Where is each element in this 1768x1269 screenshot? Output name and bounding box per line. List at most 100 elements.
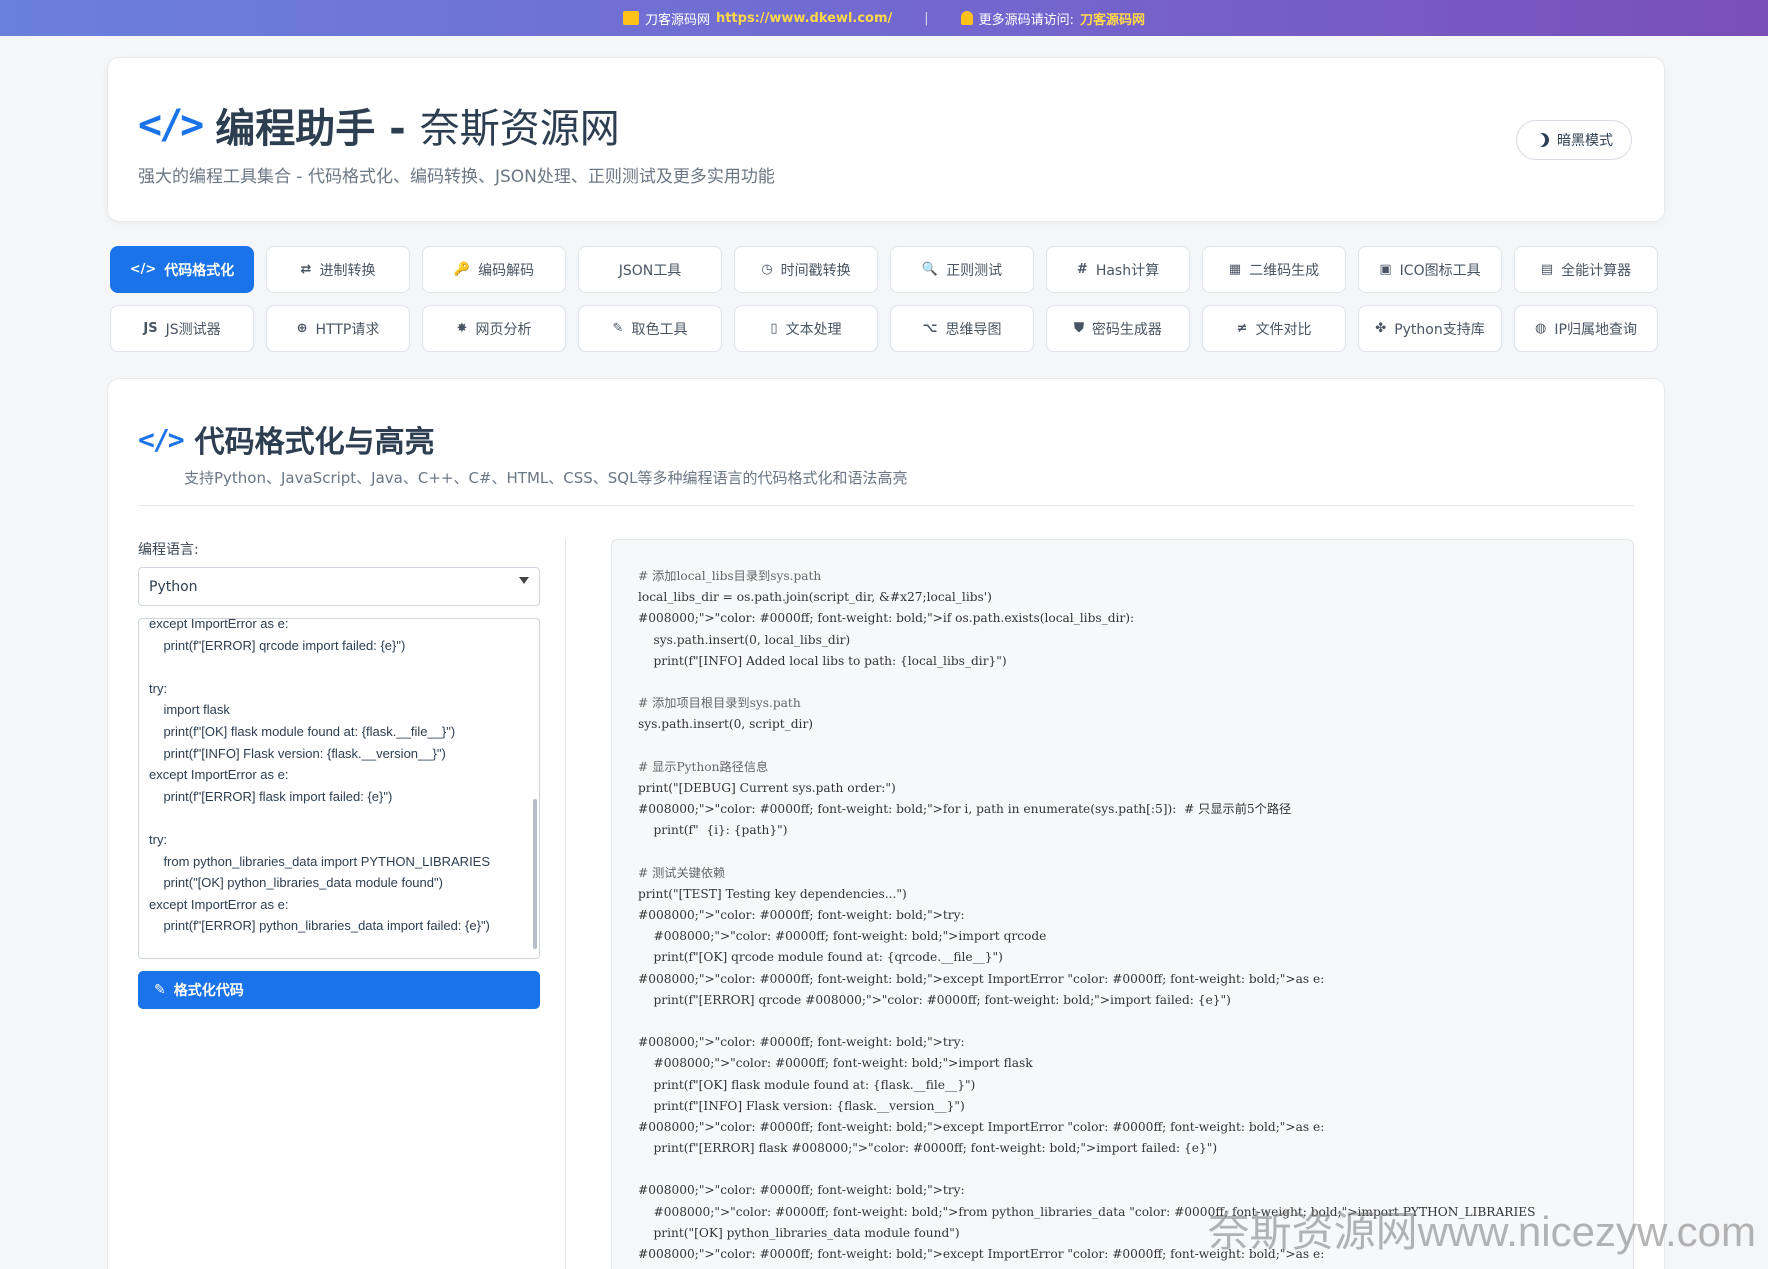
tab-tabs_row2-8[interactable]: ✤ Python支持库 [1358,305,1502,352]
tab-label: 网页分析 [475,321,532,338]
format-code-button[interactable]: ✎ 格式化代码 [138,971,540,1009]
output-line: #008000;">"color: #0000ff; font-weight: … [638,1056,1033,1071]
language-select[interactable]: Python [138,567,540,606]
tab-icon: ✤ [1375,321,1387,336]
language-select-value: Python [149,578,198,595]
output-line: # 测试关键依赖 [638,865,726,880]
output-lines: # 添加local_libs目录到sys.path local_libs_dir … [612,540,1633,1265]
tab-tabs_row2-3[interactable]: ✎ 取色工具 [578,305,722,352]
tab-tabs_row1-1[interactable]: ⇄ 进制转换 [266,246,410,293]
code-input-line: print(f"[INFO] Flask version: {flask.__v… [149,745,446,761]
code-input-line: print("[OK] python_libraries_data module… [149,875,443,891]
tab-icon: ✸ [456,321,468,336]
tab-tabs_row1-9[interactable]: ▤ 全能计算器 [1514,246,1658,293]
code-input-line: print(f"[ERROR] qrcode import failed: {e… [149,637,406,653]
tab-label: 取色工具 [631,321,688,338]
output-line: #008000;">"color: #0000ff; font-weight: … [638,1035,965,1050]
tab-label: JSON工具 [618,262,682,279]
tab-tabs_row2-4[interactable]: ▯ 文本处理 [734,305,878,352]
code-input-textarea[interactable]: except ImportError as e: print(f"[ERROR]… [138,618,540,959]
tab-icon: ◷ [761,262,773,277]
dark-mode-button[interactable]: 暗黑模式 [1516,120,1632,160]
tab-label: 进制转换 [319,262,376,279]
tab-icon: ⇄ [300,262,312,277]
page-title-suffix: 奈斯资源网 [419,106,620,152]
tab-tabs_row2-5[interactable]: ⌥ 思维导图 [890,305,1034,352]
code-input-lines: except ImportError as e: print(f"[ERROR]… [139,619,539,937]
tab-tabs_row1-8[interactable]: ▣ ICO图标工具 [1358,246,1502,293]
tab-tabs_row2-6[interactable]: ⛊ 密码生成器 [1046,305,1190,352]
output-line: #008000;">"color: #0000ff; font-weight: … [638,1119,1325,1134]
watermark: 奈斯资源网www.nicezyw.com [1207,1208,1756,1255]
tab-label: 文本处理 [785,321,842,338]
code-input-line: print(f"[OK] flask module found at: {fla… [149,723,456,739]
input-panel: 编程语言: Python except ImportError as e: pr… [138,539,540,1009]
code-input-line: try: [149,831,168,847]
tab-label: 文件对比 [1255,321,1312,338]
page-title-main: 编程助手 - [215,106,406,152]
main-card: </> 代码格式化与高亮 支持Python、JavaScript、Java、C+… [107,378,1665,1269]
tab-label: 时间戳转换 [780,262,851,279]
output-line: print(f"[OK] qrcode module found at: {qr… [638,950,1003,965]
moon-icon [1535,133,1549,147]
banner-url-link[interactable]: https://www.dkewl.com/ [716,11,892,26]
tab-tabs_row2-9[interactable]: ◍ IP归属地查询 [1514,305,1658,352]
tab-tabs_row1-5[interactable]: 🔍 正则测试 [890,246,1034,293]
tab-tabs_row1-3[interactable]: JSON工具 [578,246,722,293]
tab-icon: ⌥ [922,321,938,336]
output-line: #008000;">"color: #0000ff; font-weight: … [638,611,1135,626]
format-code-label: 格式化代码 [173,983,244,999]
code-input-line: print(f"[ERROR] python_libraries_data im… [149,918,490,934]
code-input-line [149,656,529,678]
page-subtitle: 强大的编程工具集合 - 代码格式化、编码转换、JSON处理、正则测试及更多实用功… [138,167,775,187]
output-line: # 添加项目根目录到sys.path [638,696,801,711]
tab-tabs_row1-4[interactable]: ◷ 时间戳转换 [734,246,878,293]
output-line: print("[DEBUG] Current sys.path order:") [638,780,896,795]
section-description: 支持Python、JavaScript、Java、C++、C#、HTML、CSS… [184,469,908,487]
tab-label: ICO图标工具 [1399,262,1481,279]
bell-icon [960,11,973,25]
output-line: print(f"[ERROR] qrcode #008000;">"color:… [638,992,1231,1007]
section-title-row: </> 代码格式化与高亮 [138,417,435,461]
tab-row-2: JS JS测试器 ⊕ HTTP请求 ✸ 网页分析 ✎ 取色工具 ▯ 文本处理 ⌥ 思维导图 ⛊ 密码生成器… [110,305,1662,352]
code-icon: </> [138,422,185,456]
banner-site: 刀客源码网 https://www.dkewl.com/ [622,9,892,28]
tab-tabs_row2-2[interactable]: ✸ 网页分析 [422,305,566,352]
tab-label: HTTP请求 [315,321,380,338]
code-input-line: except ImportError as e: [149,767,289,783]
tab-icon: ▯ [770,321,778,336]
tab-tabs_row1-2[interactable]: 🔑 编码解码 [422,246,566,293]
banner-separator: | [924,10,929,26]
tab-label: Python支持库 [1394,321,1485,338]
banner-more: 更多源码请访问: 刀客源码网 [960,9,1145,28]
tab-tabs_row1-0[interactable]: </> 代码格式化 [110,246,254,293]
tab-icon: ⊕ [296,321,308,336]
section-divider [138,505,1634,506]
tab-icon: </> [129,262,157,277]
tab-label: 思维导图 [945,321,1002,338]
formatted-output[interactable]: # 添加local_libs目录到sys.path local_libs_dir … [611,539,1634,1269]
tab-tabs_row2-0[interactable]: JS JS测试器 [110,305,254,352]
textarea-scrollbar[interactable] [533,799,537,949]
tab-tabs_row1-6[interactable]: # Hash计算 [1046,246,1190,293]
tab-tabs_row2-7[interactable]: ≠ 文件对比 [1202,305,1346,352]
output-line: #008000;">"color: #0000ff; font-weight: … [638,908,965,922]
tab-icon: ≠ [1236,321,1248,336]
tab-icon: ▤ [1540,262,1554,277]
tab-label: 二维码生成 [1249,262,1320,279]
tab-icon: ⛊ [1074,321,1084,336]
tab-tabs_row2-1[interactable]: ⊕ HTTP请求 [266,305,410,352]
top-banner: 刀客源码网 https://www.dkewl.com/ | 更多源码请访问: … [0,0,1768,36]
pencil-icon: ✎ [154,982,166,998]
tab-tabs_row1-7[interactable]: ▦ 二维码生成 [1202,246,1346,293]
tab-icon: 🔍 [921,262,939,277]
output-line: #008000;">"color: #0000ff; font-weight: … [638,971,1325,986]
tab-icon: ▦ [1228,262,1242,277]
folder-icon [622,11,639,25]
tab-label: 代码格式化 [164,262,235,279]
banner-more-link[interactable]: 刀客源码网 [1080,9,1145,28]
